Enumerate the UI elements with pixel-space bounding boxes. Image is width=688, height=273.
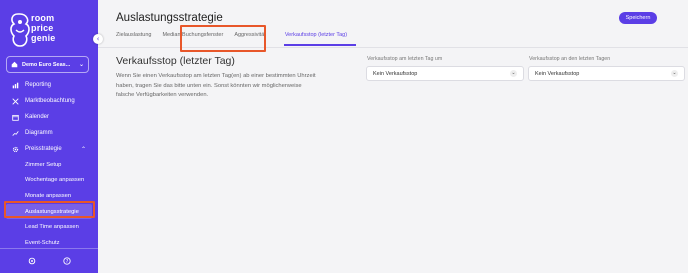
line-chart-icon <box>12 130 19 136</box>
section-description: Wenn Sie einen Verkaufsstop am letzten T… <box>116 73 316 98</box>
sidebar: room price genie Demo Euro Seas... ⌄ Rep… <box>0 0 98 273</box>
select-value: Kein Verkaufsstop <box>535 70 580 77</box>
sidebar-footer: ? <box>0 248 98 273</box>
home-icon <box>11 61 18 68</box>
last-day-time-select[interactable]: Kein Verkaufsstop ⌄ <box>366 66 524 81</box>
tab-bar: Zielauslastung Median Buchungsfenster Ag… <box>116 32 361 44</box>
save-button[interactable]: Speichern <box>619 12 657 24</box>
sidebar-subitem-auslastungsstrategie[interactable]: Auslastungsstrategie <box>6 203 92 220</box>
sidebar-subitem-wochentage[interactable]: Wochentage anpassen <box>0 173 98 189</box>
sidebar-item-reporting[interactable]: Reporting <box>0 77 98 93</box>
field-label-last-days: Verkaufsstop an den letzten Tagen <box>529 56 611 62</box>
hotel-selector[interactable]: Demo Euro Seas... ⌄ <box>6 56 89 73</box>
sidebar-item-diagramm[interactable]: Diagramm <box>0 125 98 141</box>
telescope-icon <box>12 97 19 105</box>
active-tab-indicator <box>284 44 356 46</box>
sidebar-item-label: Reporting <box>25 82 52 88</box>
collapse-sidebar-button[interactable]: ‹ <box>93 34 103 44</box>
chevron-down-icon: ⌄ <box>671 70 678 77</box>
page-header: Auslastungsstrategie Speichern Zielausla… <box>98 0 688 48</box>
tab-aggressivitaet[interactable]: Aggressivität <box>234 32 271 44</box>
page-title: Auslastungsstrategie <box>116 12 223 24</box>
sidebar-subitem-monate[interactable]: Monate anpassen <box>0 188 98 204</box>
help-icon[interactable]: ? <box>62 257 71 265</box>
tab-median-buchungsfenster[interactable]: Median Buchungsfenster <box>162 32 228 44</box>
tab-verkaufsstop[interactable]: Verkaufsstop (letzter Tag) <box>277 32 355 44</box>
sidebar-subitem-zimmer-setup[interactable]: Zimmer Setup <box>0 157 98 173</box>
section-title: Verkaufsstop (letzter Tag) <box>116 55 235 67</box>
sidebar-subitem-lead-time[interactable]: Lead Time anpassen <box>0 219 98 235</box>
tab-zielauslastung[interactable]: Zielauslastung <box>116 32 156 44</box>
sidebar-nav: Reporting Marktbeobachtung Kalender Diag… <box>0 77 98 251</box>
gear-icon <box>12 146 19 152</box>
chevron-down-icon: ⌄ <box>510 70 517 77</box>
logo-text: room price genie <box>31 13 56 43</box>
chevron-down-icon: ⌄ <box>78 61 84 68</box>
sidebar-item-label: Preisstrategie <box>25 146 62 152</box>
sidebar-item-label: Marktbeobachtung <box>25 98 75 104</box>
sidebar-item-label: Kalender <box>25 114 50 120</box>
select-value: Kein Verkaufsstop <box>373 70 418 77</box>
bar-chart-icon <box>12 82 19 88</box>
sidebar-item-label: Diagramm <box>25 130 53 136</box>
settings-icon[interactable] <box>28 257 36 265</box>
sidebar-item-kalender[interactable]: Kalender <box>0 109 98 125</box>
last-days-select[interactable]: Kein Verkaufsstop ⌄ <box>528 66 685 81</box>
chevron-up-icon: ⌃ <box>80 145 86 153</box>
field-label-last-day-time: Verkaufsstop am letzten Tag um <box>367 56 443 62</box>
sidebar-item-preisstrategie[interactable]: Preisstrategie ⌃ <box>0 141 98 157</box>
hotel-name: Demo Euro Seas... <box>22 61 71 68</box>
sidebar-item-marktbeobachtung[interactable]: Marktbeobachtung <box>0 93 98 109</box>
calendar-icon <box>12 114 19 121</box>
